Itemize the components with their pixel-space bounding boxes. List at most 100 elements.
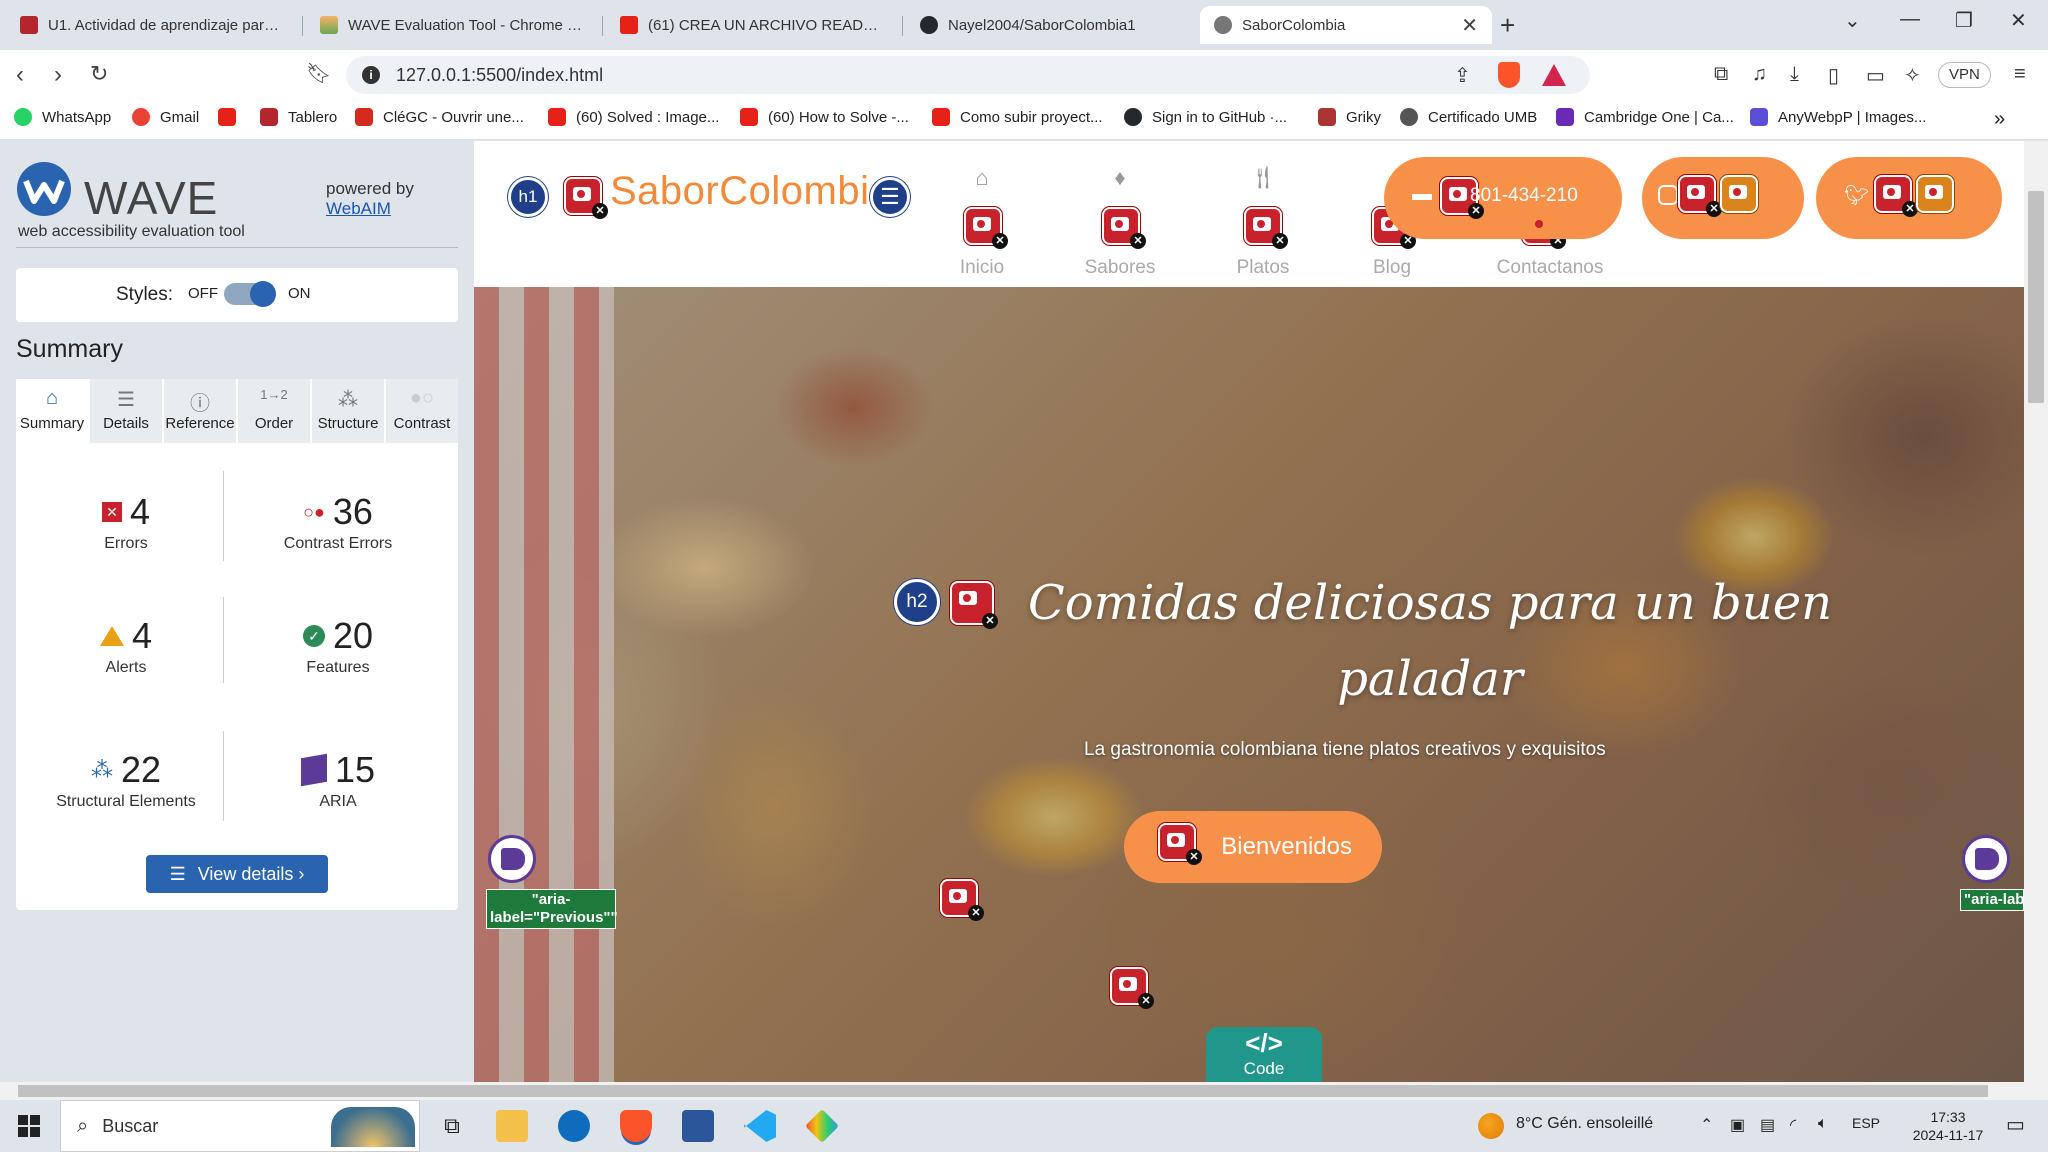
weather-icon[interactable] xyxy=(1478,1113,1504,1139)
vpn-button[interactable]: VPN xyxy=(1938,62,1991,88)
phone-number[interactable]: 801-434-210 xyxy=(1470,185,1578,207)
browser-tab[interactable]: (61) CREA UN ARCHIVO README P xyxy=(606,6,896,44)
bookmark-solved[interactable]: (60) Solved : Image... xyxy=(548,108,719,126)
restore-icon[interactable]: ❐ xyxy=(1955,8,1973,33)
tab-reference[interactable]: ⓘ Reference xyxy=(164,379,236,443)
sidebar-icon[interactable]: ▯ xyxy=(1828,63,1839,88)
nav-platos[interactable]: Platos xyxy=(1203,257,1323,279)
browser-tab[interactable]: WAVE Evaluation Tool - Chrome We xyxy=(306,6,596,44)
task-view-icon[interactable]: ⧉ xyxy=(436,1110,468,1142)
tab-summary[interactable]: ⌂ Summary xyxy=(16,379,88,443)
cambridge-icon xyxy=(1556,108,1574,126)
h2-badge: h2 xyxy=(894,579,940,625)
bookmark-clegc[interactable]: CléGC - Ouvrir une... xyxy=(355,108,524,126)
browser-tab[interactable]: Nayel2004/SaborColombia1 xyxy=(906,6,1196,44)
address-bar[interactable]: i 127.0.0.1:5500/index.html xyxy=(346,56,1590,94)
browser-tab-active[interactable]: SaborColombia ✕ xyxy=(1200,6,1492,44)
contrast-errors-stat[interactable]: ○● 36 Contrast Errors xyxy=(225,491,451,553)
bookmark-github[interactable]: Sign in to GitHub ·... xyxy=(1124,108,1287,126)
volume-icon[interactable]: 🔈︎ xyxy=(1818,1115,1828,1133)
vertical-scrollbar[interactable] xyxy=(2024,141,2048,1082)
bookmark-icon[interactable]: 🔖︎ xyxy=(306,61,331,86)
bookmark-cambridge[interactable]: Cambridge One | Ca... xyxy=(1556,108,1734,126)
tab-contrast[interactable]: ●○ Contrast xyxy=(386,379,458,443)
wifi-icon[interactable]: ◜ xyxy=(1790,1115,1796,1135)
reload-icon[interactable]: ↻ xyxy=(90,61,108,87)
bookmark-tablero[interactable]: Tablero xyxy=(260,108,337,126)
scroll-thumb[interactable] xyxy=(2028,191,2044,403)
dev-app-icon[interactable] xyxy=(805,1109,839,1143)
view-details-button[interactable]: ☰ View details › xyxy=(146,855,328,893)
language-indicator[interactable]: ESP xyxy=(1852,1115,1880,1131)
weather-text[interactable]: 8°C Gén. ensoleillé xyxy=(1516,1115,1653,1133)
webaim-link[interactable]: WebAIM xyxy=(326,199,391,219)
new-tab-button[interactable]: + xyxy=(1500,10,1515,41)
close-window-icon[interactable]: ✕ xyxy=(2010,8,2027,33)
word-icon[interactable] xyxy=(682,1110,714,1142)
tab-details[interactable]: ☰ Details xyxy=(90,379,162,443)
aria-label-icon xyxy=(488,835,536,883)
structural-stat[interactable]: ⁂ 22 Structural Elements xyxy=(26,749,226,811)
aria-stat[interactable]: 15 ARIA xyxy=(225,749,451,811)
back-icon[interactable]: ‹ xyxy=(16,61,24,89)
tab-search-icon[interactable]: ⌄ xyxy=(1844,8,1861,33)
brave-shield-icon[interactable] xyxy=(1498,62,1520,88)
tab-structure[interactable]: ⁂ Structure xyxy=(312,379,384,443)
brave-browser-icon[interactable] xyxy=(620,1110,652,1142)
url-text[interactable]: 127.0.0.1:5500/index.html xyxy=(396,65,603,86)
file-explorer-icon[interactable] xyxy=(496,1110,528,1142)
close-tab-icon[interactable]: ✕ xyxy=(1461,13,1478,38)
bookmark-gmail[interactable]: Gmail xyxy=(132,108,199,126)
share-icon[interactable]: ⇪ xyxy=(1454,63,1471,88)
bookmarks-bar: WhatsApp Gmail Tablero CléGC - Ouvrir un… xyxy=(0,100,2048,140)
nav-contactanos[interactable]: Contactanos xyxy=(1470,257,1630,279)
wallet-icon[interactable]: ▭ xyxy=(1866,63,1885,88)
device-icon[interactable]: ▣ xyxy=(1730,1115,1745,1135)
media-icon[interactable]: ♫ xyxy=(1752,63,1767,86)
download-icon[interactable]: ⤓ xyxy=(1790,63,1799,86)
brave-rewards-icon[interactable] xyxy=(1542,64,1566,86)
styles-off-label: OFF xyxy=(188,285,218,302)
chat-icon: ▬ xyxy=(1412,183,1432,205)
code-toggle-button[interactable]: </> Code xyxy=(1206,1027,1322,1082)
forward-icon[interactable]: › xyxy=(54,61,62,89)
nav-inicio[interactable]: Inicio xyxy=(922,257,1042,279)
outlook-icon[interactable] xyxy=(558,1110,590,1142)
aria-label-previous: "aria-label="Previous"" xyxy=(486,889,618,929)
bookmark-anywebp[interactable]: AnyWebpP | Images... xyxy=(1750,108,1926,126)
features-stat[interactable]: ✓ 20 Features xyxy=(225,615,451,677)
bookmark-youtube[interactable] xyxy=(218,108,246,126)
vscode-icon[interactable] xyxy=(744,1110,776,1142)
extensions-icon[interactable]: ⧉ xyxy=(1714,63,1728,86)
styles-toggle[interactable] xyxy=(224,281,276,307)
windows-start-icon[interactable] xyxy=(18,1115,40,1137)
minimize-icon[interactable]: — xyxy=(1900,8,1920,31)
horizontal-scrollbar[interactable] xyxy=(0,1082,2048,1100)
summary-heading: Summary xyxy=(16,335,123,363)
scroll-thumb[interactable] xyxy=(18,1085,1988,1097)
code-label: Code xyxy=(1243,1059,1285,1078)
site-info-icon[interactable]: i xyxy=(362,66,380,84)
taskbar-search[interactable]: ⌕ Buscar xyxy=(60,1100,420,1152)
bookmark-howto[interactable]: (60) How to Solve -... xyxy=(740,108,909,126)
more-bookmarks-icon[interactable]: » xyxy=(1994,108,2005,131)
bookmark-umb[interactable]: Certificado UMB xyxy=(1400,108,1537,126)
nav-blog[interactable]: Blog xyxy=(1332,257,1452,279)
toggle-knob[interactable] xyxy=(250,281,276,307)
camera-icon[interactable]: ▤ xyxy=(1760,1115,1775,1135)
notifications-icon[interactable]: ▭ xyxy=(2006,1112,2025,1137)
alerts-stat[interactable]: 4 Alerts xyxy=(26,615,226,677)
tab-order[interactable]: 1→2 Order xyxy=(238,379,310,443)
browser-tab[interactable]: U1. Actividad de aprendizaje para R xyxy=(6,6,296,44)
brand-logo-text[interactable]: SaborColombia xyxy=(610,169,910,214)
menu-icon[interactable]: ≡ xyxy=(2014,63,2026,86)
errors-stat[interactable]: ✕ 4 Errors xyxy=(26,491,226,553)
clock[interactable]: 17:33 2024-11-17 xyxy=(1898,1108,1998,1144)
nav-sabores[interactable]: Sabores xyxy=(1060,257,1180,279)
bookmark-griky[interactable]: Griky xyxy=(1318,108,1381,126)
bookmark-subir[interactable]: Como subir proyect... xyxy=(932,108,1103,126)
globe-icon xyxy=(1214,16,1232,34)
leo-ai-icon[interactable]: ✧ xyxy=(1904,63,1921,88)
bookmark-whatsapp[interactable]: WhatsApp xyxy=(14,108,111,126)
tray-chevron-icon[interactable]: ⌃ xyxy=(1700,1115,1713,1135)
